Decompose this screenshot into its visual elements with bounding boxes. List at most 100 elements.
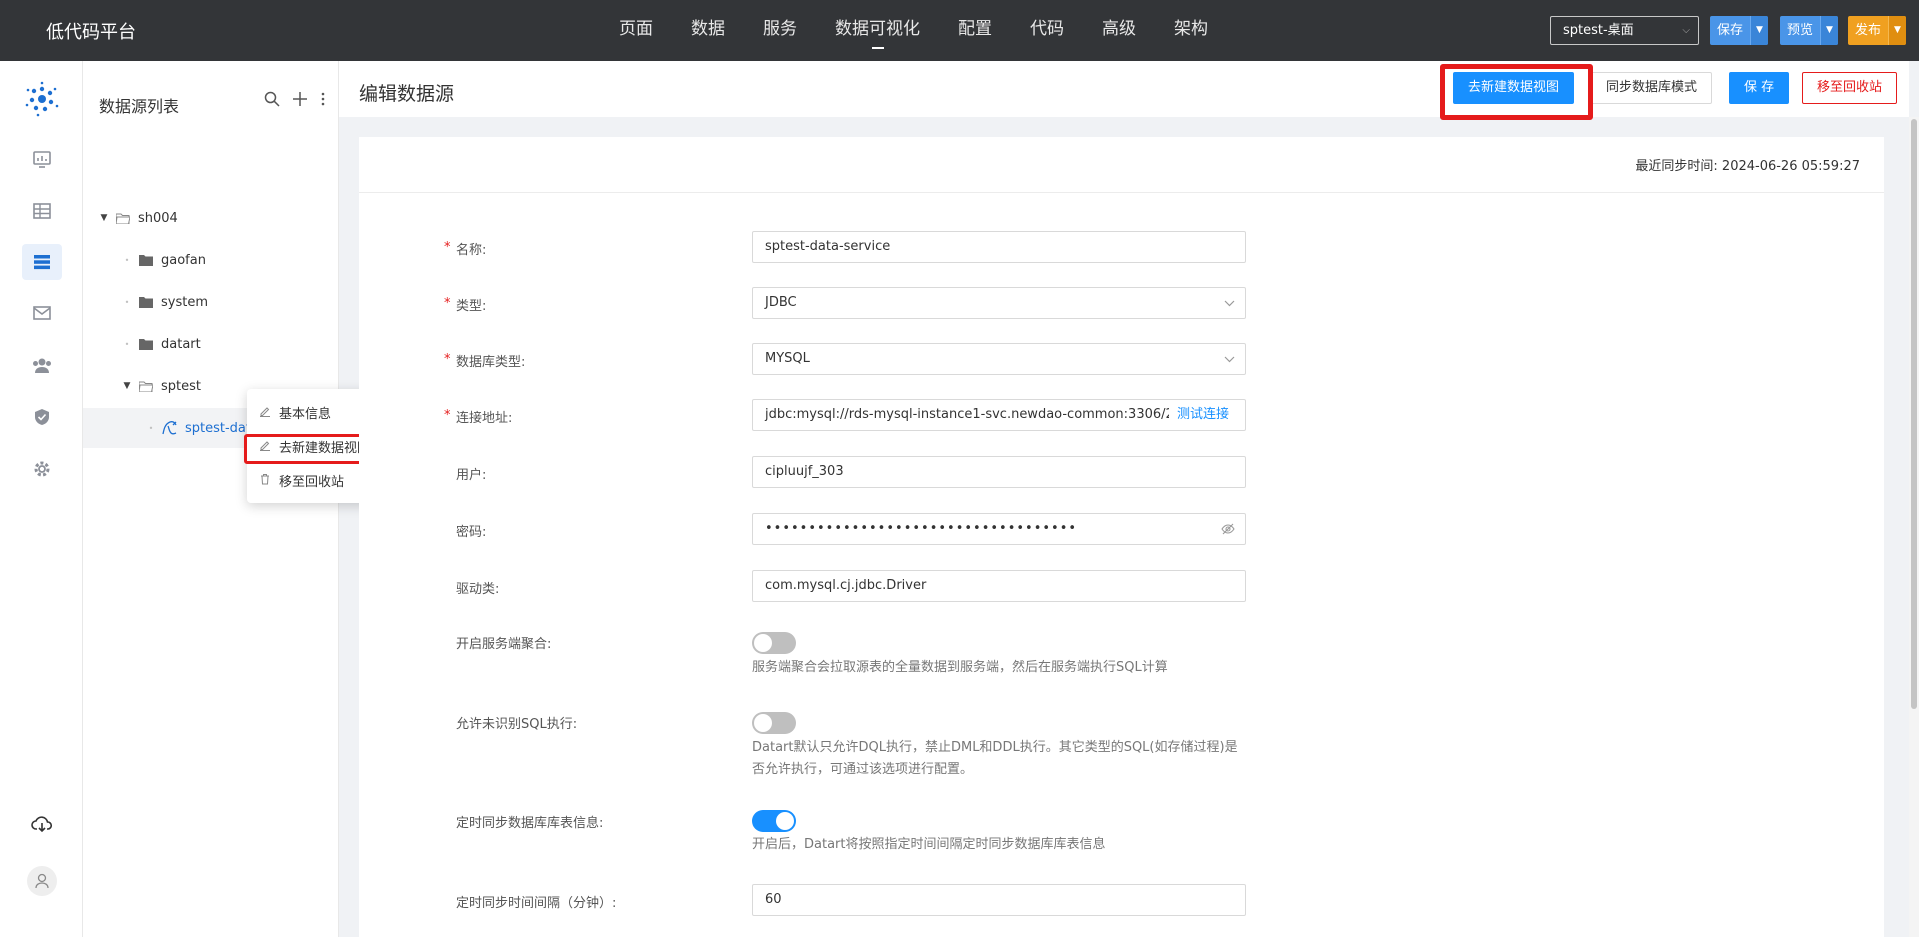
trash-icon — [259, 473, 273, 488]
nav-data[interactable]: 数据 — [672, 0, 744, 61]
tree-leaf-dot-icon: • — [124, 255, 130, 265]
shield-icon[interactable] — [22, 399, 62, 435]
switch-knob — [754, 634, 772, 652]
datasource-list-icon[interactable] — [22, 244, 62, 280]
caret-down-icon[interactable]: ▼ — [1820, 16, 1839, 45]
tree-node-label: sptest — [161, 378, 201, 394]
folder-icon — [139, 254, 153, 266]
page-title: 编辑数据源 — [359, 83, 455, 105]
name-input[interactable]: sptest-data-service — [752, 231, 1246, 263]
avatar[interactable] — [22, 863, 62, 899]
nav-architecture[interactable]: 架构 — [1155, 0, 1227, 61]
caret-down-icon[interactable]: ▼ — [1750, 16, 1769, 45]
cloud-download-icon[interactable] — [22, 806, 62, 842]
nav-pages[interactable]: 页面 — [600, 0, 672, 61]
server-agg-hint: 服务端聚合会拉取源表的全量数据到服务端，然后在服务端执行SQL计算 — [752, 660, 1168, 675]
tree-node-gaofan[interactable]: • gaofan — [83, 240, 339, 280]
test-connection-link[interactable]: 测试连接 — [1168, 400, 1229, 430]
folder-open-icon — [138, 381, 154, 392]
server-agg-label: 开启服务端聚合: — [456, 637, 552, 652]
password-label: 密码: — [456, 525, 487, 540]
nav-data-visualization[interactable]: 数据可视化 — [816, 0, 939, 61]
add-icon[interactable] — [292, 91, 308, 111]
mysql-dolphin-icon — [161, 420, 179, 436]
sync-interval-input[interactable]: 60 — [752, 884, 1246, 916]
tree-leaf-dot-icon: • — [124, 339, 130, 349]
switch-knob — [776, 812, 794, 830]
tree-node-system[interactable]: • system — [83, 282, 339, 322]
top-save-split-button: 保存 ▼ — [1710, 16, 1769, 45]
env-select-value: sptest-桌面 — [1563, 23, 1634, 38]
required-mark: * — [444, 408, 451, 423]
tree-node-datart[interactable]: • datart — [83, 324, 339, 364]
more-vertical-icon[interactable] — [320, 91, 326, 111]
required-mark: * — [444, 240, 451, 255]
unknown-sql-label: 允许未识别SQL执行: — [456, 717, 578, 732]
type-select[interactable]: JDBC — [752, 287, 1246, 319]
nav-services[interactable]: 服务 — [744, 0, 816, 61]
caret-down-icon[interactable]: ▼ — [1888, 16, 1907, 45]
menu-item-label: 基本信息 — [279, 406, 332, 422]
last-sync-time: 最近同步时间: 2024-06-26 05:59:27 — [1635, 159, 1860, 174]
sync-switch[interactable] — [752, 810, 796, 832]
folder-icon — [139, 338, 153, 350]
env-select[interactable]: sptest-桌面 ⌵ — [1550, 16, 1699, 45]
divider — [359, 192, 1884, 193]
tree-panel-actions — [264, 91, 326, 111]
user-input[interactable]: cipluujf_303 — [752, 456, 1246, 488]
table-icon[interactable] — [22, 193, 62, 229]
move-to-recycle-button[interactable]: 移至回收站 — [1802, 72, 1898, 104]
chevron-down-icon: ⌵ — [1682, 25, 1690, 36]
main-scrollbar[interactable] — [1909, 117, 1919, 937]
name-label: * 名称: — [444, 240, 487, 258]
top-save-button[interactable]: 保存 — [1710, 16, 1750, 45]
unknown-sql-hint: Datart默认只允许DQL执行，禁止DML和DDL执行。其它类型的SQL(如存… — [752, 740, 1238, 777]
top-preview-button[interactable]: 预览 — [1780, 16, 1820, 45]
url-input[interactable]: jdbc:mysql://rds-mysql-instance1-svc.new… — [752, 399, 1246, 431]
tree-node-sh004[interactable]: ▼ sh004 — [83, 198, 339, 238]
unknown-sql-switch[interactable] — [752, 712, 796, 734]
brand-title: 低代码平台 — [46, 22, 136, 43]
logo-icon — [25, 81, 59, 117]
type-label: * 类型: — [444, 296, 487, 314]
driver-label: 驱动类: — [456, 582, 500, 597]
tree-leaf-dot-icon: • — [148, 423, 154, 433]
tree-node-label: system — [161, 294, 208, 310]
dashboard-icon[interactable] — [22, 141, 62, 177]
top-nav: 页面 数据 服务 数据可视化 配置 代码 高级 架构 — [600, 0, 1227, 61]
folder-open-icon — [115, 213, 131, 224]
db-type-label: * 数据库类型: — [444, 352, 526, 370]
tree-node-label: sh004 — [138, 210, 178, 226]
nav-advanced[interactable]: 高级 — [1083, 0, 1155, 61]
password-input[interactable]: •••••••••••••••••••••••••••••••••••• — [752, 513, 1246, 545]
db-type-select[interactable]: MYSQL — [752, 343, 1246, 375]
url-label: * 连接地址: — [444, 408, 513, 426]
sync-label: 定时同步数据库库表信息: — [456, 816, 604, 831]
edit-icon — [259, 405, 273, 420]
scrollbar-thumb[interactable] — [1911, 119, 1917, 709]
tree-leaf-dot-icon: • — [124, 297, 130, 307]
gear-icon[interactable] — [22, 451, 62, 487]
required-mark: * — [444, 296, 451, 311]
server-agg-switch[interactable] — [752, 632, 796, 654]
main-header: 编辑数据源 去新建数据视图 同步数据库模式 保 存 移至回收站 — [339, 61, 1909, 117]
save-button[interactable]: 保 存 — [1729, 72, 1790, 104]
icon-sidebar — [0, 61, 83, 937]
driver-input[interactable]: com.mysql.cj.jdbc.Driver — [752, 570, 1246, 602]
caret-down-icon[interactable]: ▼ — [98, 213, 110, 223]
user-label: 用户: — [456, 468, 487, 483]
tree-node-label: datart — [161, 336, 201, 352]
tree-node-label: gaofan — [161, 252, 206, 268]
sync-interval-label: 定时同步时间间隔（分钟）: — [456, 896, 617, 911]
caret-down-icon[interactable]: ▼ — [121, 381, 133, 391]
search-icon[interactable] — [264, 91, 280, 111]
sync-db-schema-button[interactable]: 同步数据库模式 — [1591, 72, 1713, 104]
required-mark: * — [444, 352, 451, 367]
mail-icon[interactable] — [22, 295, 62, 331]
users-icon[interactable] — [22, 347, 62, 383]
top-publish-button[interactable]: 发布 — [1848, 16, 1888, 45]
nav-code[interactable]: 代码 — [1011, 0, 1083, 61]
eye-invisible-icon[interactable] — [1221, 514, 1235, 544]
nav-config[interactable]: 配置 — [939, 0, 1011, 61]
top-bar: 低代码平台 页面 数据 服务 数据可视化 配置 代码 高级 架构 sptest-… — [0, 0, 1919, 61]
